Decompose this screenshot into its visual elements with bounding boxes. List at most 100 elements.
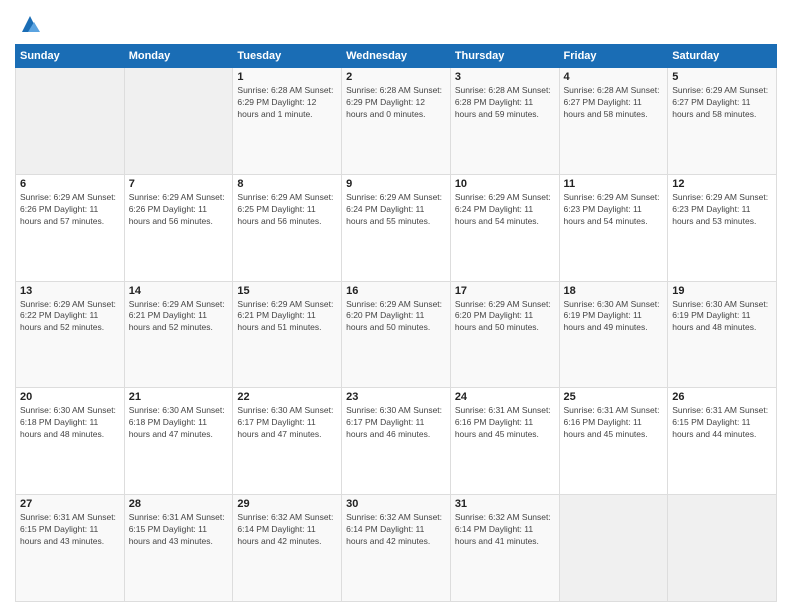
- day-info: Sunrise: 6:29 AM Sunset: 6:20 PM Dayligh…: [346, 299, 446, 335]
- day-number: 8: [237, 178, 337, 190]
- calendar-week-row: 27Sunrise: 6:31 AM Sunset: 6:15 PM Dayli…: [16, 495, 777, 602]
- calendar: SundayMondayTuesdayWednesdayThursdayFrid…: [15, 44, 777, 602]
- day-number: 30: [346, 498, 446, 510]
- day-number: 11: [564, 178, 664, 190]
- day-info: Sunrise: 6:29 AM Sunset: 6:21 PM Dayligh…: [129, 299, 229, 335]
- day-number: 2: [346, 71, 446, 83]
- day-info: Sunrise: 6:30 AM Sunset: 6:19 PM Dayligh…: [564, 299, 664, 335]
- day-number: 9: [346, 178, 446, 190]
- day-info: Sunrise: 6:29 AM Sunset: 6:23 PM Dayligh…: [564, 192, 664, 228]
- weekday-header-tuesday: Tuesday: [233, 45, 342, 68]
- day-info: Sunrise: 6:32 AM Sunset: 6:14 PM Dayligh…: [346, 512, 446, 548]
- calendar-cell: 14 Sunrise: 6:29 AM Sunset: 6:21 PM Dayli…: [124, 281, 233, 388]
- day-number: 3: [455, 71, 555, 83]
- day-number: 5: [672, 71, 772, 83]
- day-info: Sunrise: 6:29 AM Sunset: 6:26 PM Dayligh…: [20, 192, 120, 228]
- day-info: Sunrise: 6:29 AM Sunset: 6:21 PM Dayligh…: [237, 299, 337, 335]
- day-info: Sunrise: 6:31 AM Sunset: 6:16 PM Dayligh…: [455, 405, 555, 441]
- calendar-cell: 2Sunrise: 6:28 AM Sunset: 6:29 PM Daylig…: [342, 68, 451, 175]
- day-number: 23: [346, 391, 446, 403]
- calendar-cell: 13 Sunrise: 6:29 AM Sunset: 6:22 PM Dayli…: [16, 281, 125, 388]
- calendar-cell: 10 Sunrise: 6:29 AM Sunset: 6:24 PM Dayli…: [450, 174, 559, 281]
- day-number: 29: [237, 498, 337, 510]
- calendar-cell: 11 Sunrise: 6:29 AM Sunset: 6:23 PM Dayli…: [559, 174, 668, 281]
- calendar-week-row: 13 Sunrise: 6:29 AM Sunset: 6:22 PM Dayli…: [16, 281, 777, 388]
- calendar-cell: 30 Sunrise: 6:32 AM Sunset: 6:14 PM Dayli…: [342, 495, 451, 602]
- calendar-cell: 19 Sunrise: 6:30 AM Sunset: 6:19 PM Dayli…: [668, 281, 777, 388]
- calendar-cell: 1 Sunrise: 6:28 AM Sunset: 6:29 PM Daylig…: [233, 68, 342, 175]
- day-info: Sunrise: 6:31 AM Sunset: 6:15 PM Dayligh…: [129, 512, 229, 548]
- calendar-cell: 27Sunrise: 6:31 AM Sunset: 6:15 PM Dayli…: [16, 495, 125, 602]
- day-info: Sunrise: 6:31 AM Sunset: 6:15 PM Dayligh…: [672, 405, 772, 441]
- day-info: Sunrise: 6:32 AM Sunset: 6:14 PM Dayligh…: [237, 512, 337, 548]
- day-info: Sunrise: 6:31 AM Sunset: 6:15 PM Dayligh…: [20, 512, 120, 548]
- calendar-cell: [16, 68, 125, 175]
- calendar-cell: 29 Sunrise: 6:32 AM Sunset: 6:14 PM Dayli…: [233, 495, 342, 602]
- calendar-cell: 20Sunrise: 6:30 AM Sunset: 6:18 PM Dayli…: [16, 388, 125, 495]
- day-number: 6: [20, 178, 120, 190]
- day-number: 1: [237, 71, 337, 83]
- calendar-cell: 6 Sunrise: 6:29 AM Sunset: 6:26 PM Daylig…: [16, 174, 125, 281]
- calendar-cell: [124, 68, 233, 175]
- calendar-cell: 16Sunrise: 6:29 AM Sunset: 6:20 PM Dayli…: [342, 281, 451, 388]
- calendar-week-row: 6 Sunrise: 6:29 AM Sunset: 6:26 PM Daylig…: [16, 174, 777, 281]
- weekday-header-sunday: Sunday: [16, 45, 125, 68]
- day-number: 13: [20, 285, 120, 297]
- day-number: 10: [455, 178, 555, 190]
- day-number: 24: [455, 391, 555, 403]
- day-number: 14: [129, 285, 229, 297]
- calendar-cell: 23 Sunrise: 6:30 AM Sunset: 6:17 PM Dayli…: [342, 388, 451, 495]
- day-info: Sunrise: 6:30 AM Sunset: 6:19 PM Dayligh…: [672, 299, 772, 335]
- day-number: 15: [237, 285, 337, 297]
- calendar-cell: 15 Sunrise: 6:29 AM Sunset: 6:21 PM Dayli…: [233, 281, 342, 388]
- calendar-cell: 26 Sunrise: 6:31 AM Sunset: 6:15 PM Dayli…: [668, 388, 777, 495]
- day-info: Sunrise: 6:28 AM Sunset: 6:29 PM Dayligh…: [237, 85, 337, 121]
- calendar-cell: 28Sunrise: 6:31 AM Sunset: 6:15 PM Dayli…: [124, 495, 233, 602]
- day-info: Sunrise: 6:28 AM Sunset: 6:28 PM Dayligh…: [455, 85, 555, 121]
- weekday-header-friday: Friday: [559, 45, 668, 68]
- header: [15, 10, 777, 36]
- day-info: Sunrise: 6:32 AM Sunset: 6:14 PM Dayligh…: [455, 512, 555, 548]
- calendar-cell: 31Sunrise: 6:32 AM Sunset: 6:14 PM Dayli…: [450, 495, 559, 602]
- day-info: Sunrise: 6:29 AM Sunset: 6:25 PM Dayligh…: [237, 192, 337, 228]
- calendar-cell: 8 Sunrise: 6:29 AM Sunset: 6:25 PM Daylig…: [233, 174, 342, 281]
- calendar-cell: 17Sunrise: 6:29 AM Sunset: 6:20 PM Dayli…: [450, 281, 559, 388]
- logo-icon: [18, 12, 42, 36]
- day-number: 4: [564, 71, 664, 83]
- day-info: Sunrise: 6:30 AM Sunset: 6:17 PM Dayligh…: [237, 405, 337, 441]
- page: SundayMondayTuesdayWednesdayThursdayFrid…: [0, 0, 792, 612]
- day-number: 26: [672, 391, 772, 403]
- day-number: 18: [564, 285, 664, 297]
- day-info: Sunrise: 6:29 AM Sunset: 6:23 PM Dayligh…: [672, 192, 772, 228]
- calendar-cell: 22 Sunrise: 6:30 AM Sunset: 6:17 PM Dayli…: [233, 388, 342, 495]
- calendar-cell: [559, 495, 668, 602]
- calendar-cell: 3 Sunrise: 6:28 AM Sunset: 6:28 PM Daylig…: [450, 68, 559, 175]
- weekday-header-row: SundayMondayTuesdayWednesdayThursdayFrid…: [16, 45, 777, 68]
- calendar-week-row: 20Sunrise: 6:30 AM Sunset: 6:18 PM Dayli…: [16, 388, 777, 495]
- day-number: 7: [129, 178, 229, 190]
- day-number: 21: [129, 391, 229, 403]
- calendar-cell: 7 Sunrise: 6:29 AM Sunset: 6:26 PM Daylig…: [124, 174, 233, 281]
- calendar-cell: 25Sunrise: 6:31 AM Sunset: 6:16 PM Dayli…: [559, 388, 668, 495]
- calendar-cell: 9 Sunrise: 6:29 AM Sunset: 6:24 PM Daylig…: [342, 174, 451, 281]
- day-number: 19: [672, 285, 772, 297]
- day-info: Sunrise: 6:29 AM Sunset: 6:22 PM Dayligh…: [20, 299, 120, 335]
- calendar-cell: 21 Sunrise: 6:30 AM Sunset: 6:18 PM Dayli…: [124, 388, 233, 495]
- calendar-cell: [668, 495, 777, 602]
- calendar-cell: 5Sunrise: 6:29 AM Sunset: 6:27 PM Daylig…: [668, 68, 777, 175]
- day-number: 22: [237, 391, 337, 403]
- day-info: Sunrise: 6:30 AM Sunset: 6:17 PM Dayligh…: [346, 405, 446, 441]
- calendar-cell: 24 Sunrise: 6:31 AM Sunset: 6:16 PM Dayli…: [450, 388, 559, 495]
- day-info: Sunrise: 6:30 AM Sunset: 6:18 PM Dayligh…: [20, 405, 120, 441]
- logo: [15, 10, 42, 36]
- calendar-cell: 12 Sunrise: 6:29 AM Sunset: 6:23 PM Dayli…: [668, 174, 777, 281]
- day-info: Sunrise: 6:29 AM Sunset: 6:20 PM Dayligh…: [455, 299, 555, 335]
- weekday-header-thursday: Thursday: [450, 45, 559, 68]
- day-number: 12: [672, 178, 772, 190]
- day-info: Sunrise: 6:30 AM Sunset: 6:18 PM Dayligh…: [129, 405, 229, 441]
- day-info: Sunrise: 6:29 AM Sunset: 6:24 PM Dayligh…: [346, 192, 446, 228]
- weekday-header-wednesday: Wednesday: [342, 45, 451, 68]
- day-info: Sunrise: 6:29 AM Sunset: 6:26 PM Dayligh…: [129, 192, 229, 228]
- day-info: Sunrise: 6:29 AM Sunset: 6:24 PM Dayligh…: [455, 192, 555, 228]
- calendar-cell: 18 Sunrise: 6:30 AM Sunset: 6:19 PM Dayli…: [559, 281, 668, 388]
